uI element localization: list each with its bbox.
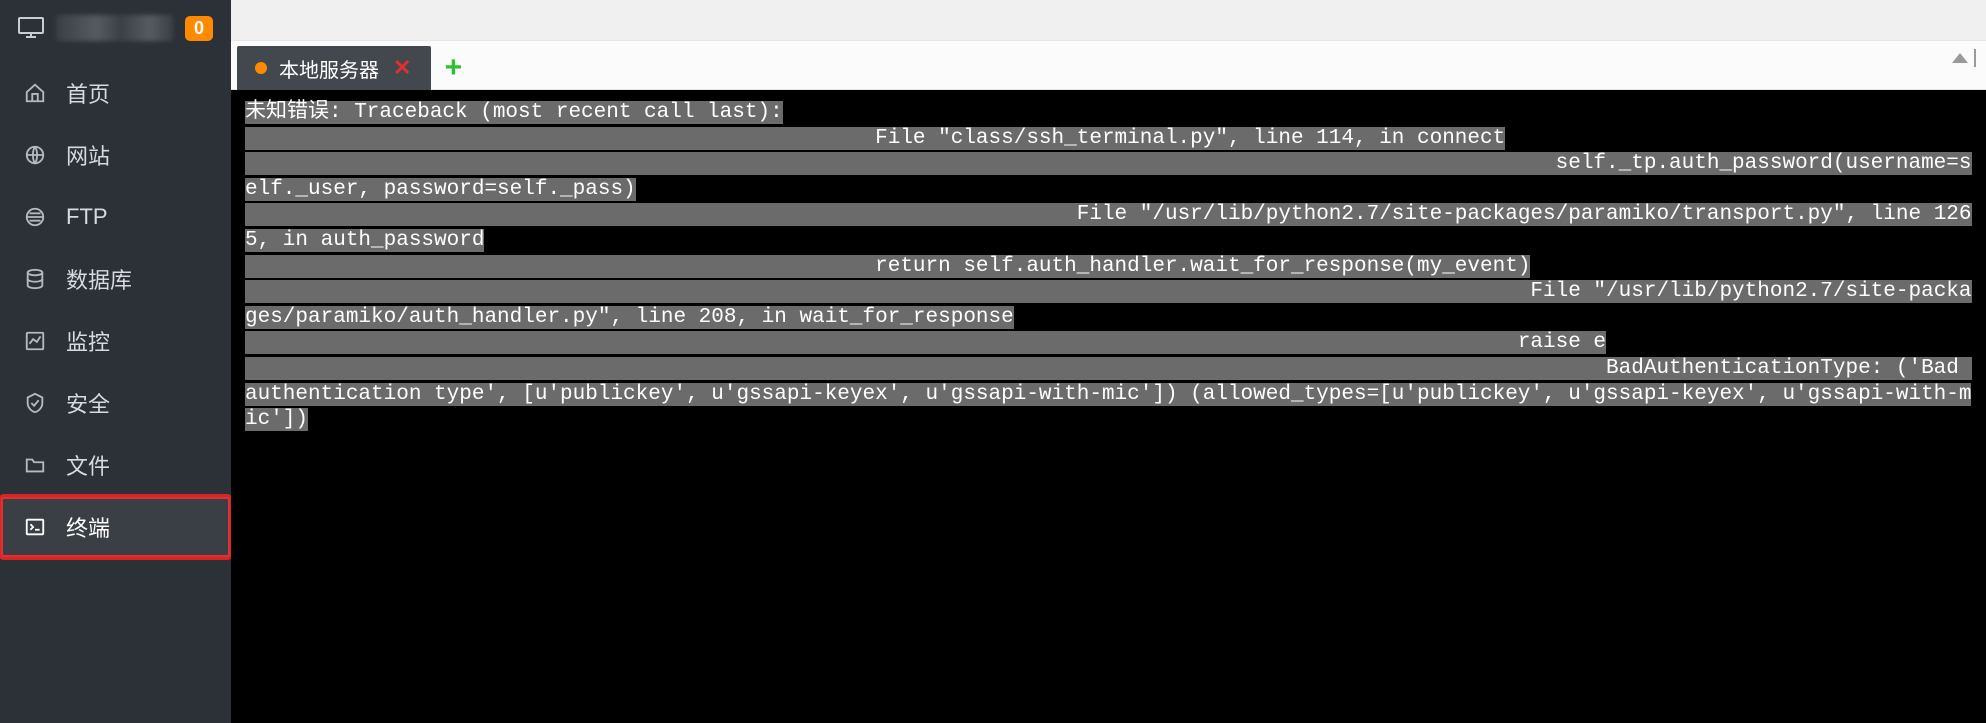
sidebar-item-database[interactable]: 数据库	[0, 248, 231, 310]
sidebar-item-files[interactable]: 文件	[0, 434, 231, 496]
terminal-panel[interactable]: 未知错误: Traceback (most recent call last):…	[231, 90, 1986, 723]
app-root: 0 首页 网站 FTP	[0, 0, 1986, 723]
sidebar-item-label: 数据库	[66, 263, 132, 295]
folder-icon	[22, 454, 48, 476]
tabbar-right-controls	[1952, 49, 1976, 67]
sidebar-item-label: 安全	[66, 387, 110, 419]
sidebar-item-label: 监控	[66, 325, 110, 357]
sidebar-header: 0	[0, 0, 231, 56]
sidebar-item-label: FTP	[66, 204, 108, 230]
terminal-output: 未知错误: Traceback (most recent call last):…	[245, 100, 1972, 433]
database-icon	[22, 268, 48, 290]
divider-icon	[1974, 49, 1976, 67]
host-icon	[18, 17, 44, 39]
tab-local-server[interactable]: 本地服务器 ✕	[237, 46, 431, 90]
ftp-icon	[22, 206, 48, 228]
tab-status-dot-icon	[255, 62, 267, 74]
close-icon[interactable]: ✕	[391, 55, 413, 81]
tab-label: 本地服务器	[279, 54, 379, 83]
terminal-icon	[22, 516, 48, 538]
shield-icon	[22, 392, 48, 414]
chart-icon	[22, 330, 48, 352]
sidebar-item-monitor[interactable]: 监控	[0, 310, 231, 372]
add-tab-button[interactable]: +	[431, 46, 475, 90]
collapse-up-icon[interactable]	[1952, 53, 1968, 63]
main-area: 本地服务器 ✕ + 未知错误: Traceback (most recent c…	[231, 0, 1986, 723]
sidebar-item-label: 网站	[66, 139, 110, 171]
home-icon	[22, 82, 48, 104]
sidebar-item-site[interactable]: 网站	[0, 124, 231, 186]
sidebar-nav: 首页 网站 FTP 数据库	[0, 62, 231, 558]
host-name-blurred	[56, 15, 173, 41]
sidebar-item-home[interactable]: 首页	[0, 62, 231, 124]
terminal-selected-text: 未知错误: Traceback (most recent call last):…	[245, 101, 1972, 431]
top-spacer	[231, 0, 1986, 40]
sidebar-item-ftp[interactable]: FTP	[0, 186, 231, 248]
sidebar-item-security[interactable]: 安全	[0, 372, 231, 434]
sidebar: 0 首页 网站 FTP	[0, 0, 231, 723]
sidebar-item-label: 文件	[66, 449, 110, 481]
globe-icon	[22, 144, 48, 166]
notification-badge[interactable]: 0	[185, 16, 213, 41]
sidebar-item-label: 终端	[66, 511, 110, 543]
sidebar-item-label: 首页	[66, 77, 110, 109]
sidebar-item-terminal[interactable]: 终端	[0, 496, 231, 558]
tab-bar: 本地服务器 ✕ +	[231, 40, 1986, 90]
